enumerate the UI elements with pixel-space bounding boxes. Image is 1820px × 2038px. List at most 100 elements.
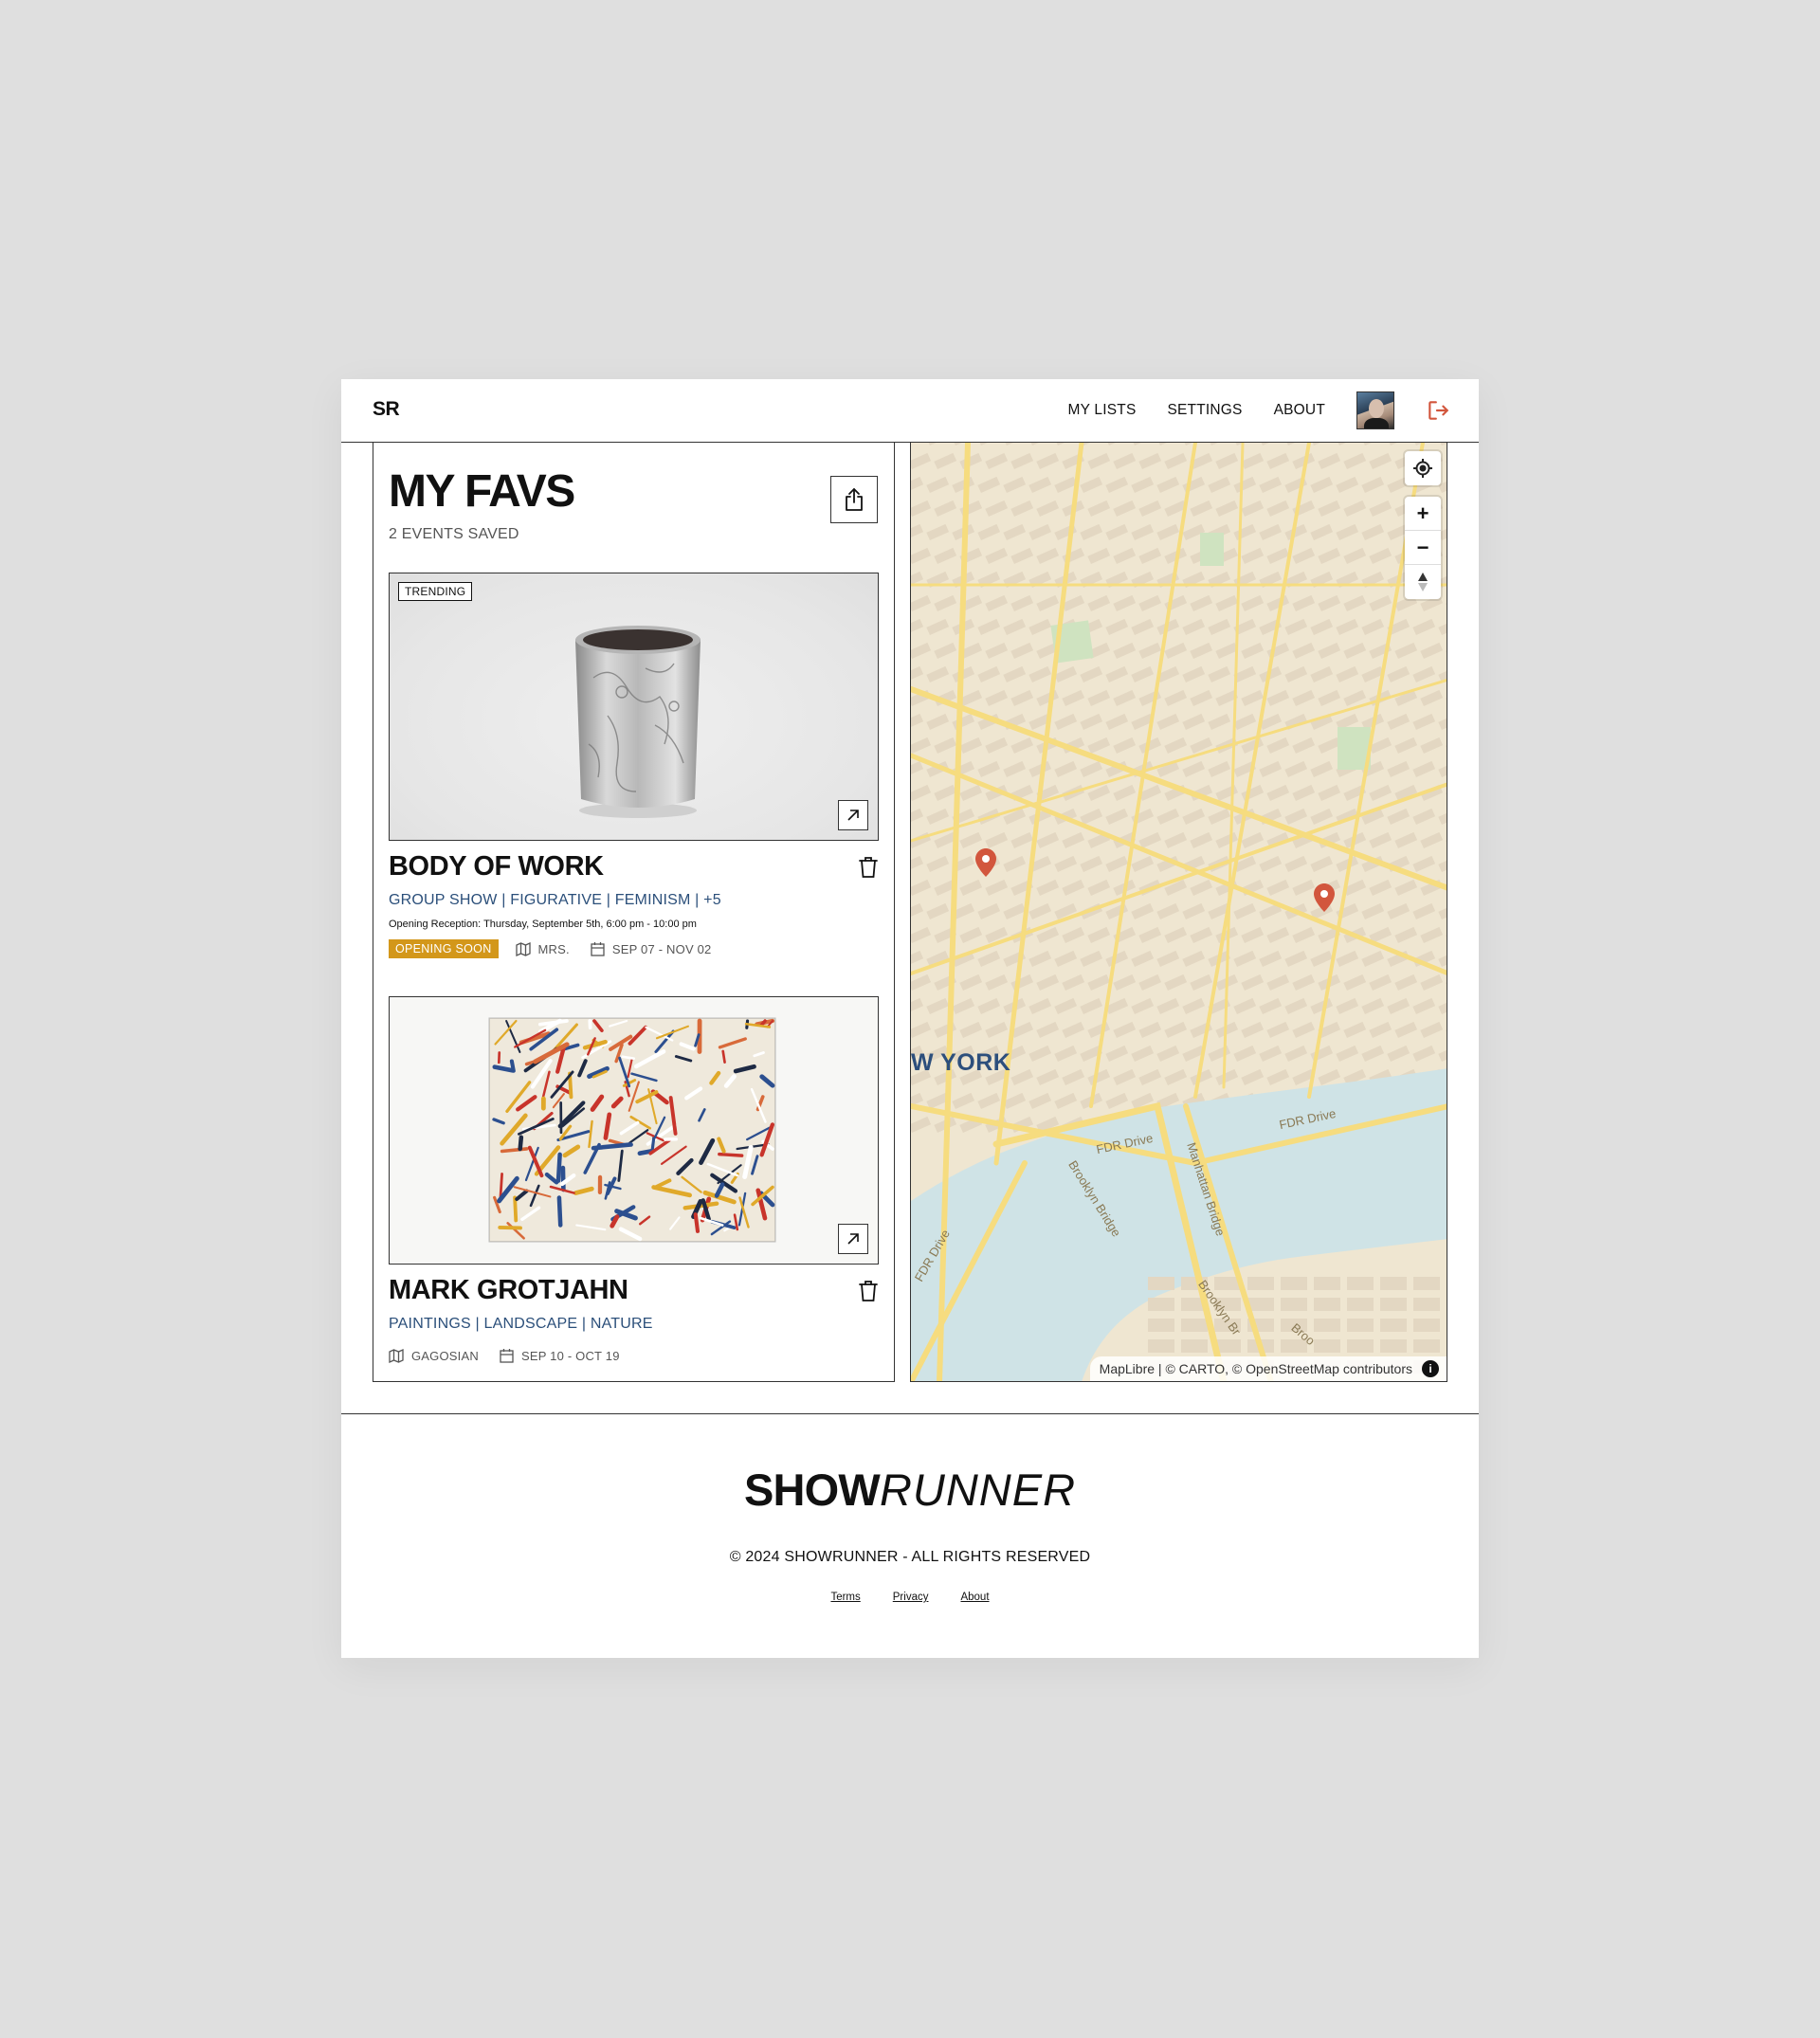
footer-links: Terms Privacy About — [341, 1592, 1479, 1603]
trending-badge: TRENDING — [398, 582, 473, 601]
paint-stroke — [500, 1147, 529, 1154]
city-block — [1347, 1277, 1374, 1290]
nav-settings[interactable]: SETTINGS — [1167, 402, 1242, 419]
event-image[interactable]: TRENDING — [389, 573, 879, 841]
city-block — [1413, 1339, 1440, 1353]
open-event-button[interactable] — [838, 800, 868, 830]
event-title[interactable]: BODY OF WORK — [389, 851, 604, 883]
venue[interactable]: MRS. — [515, 941, 570, 956]
venue-name: MRS. — [537, 941, 570, 956]
geolocate-button[interactable] — [1405, 451, 1441, 485]
attribution-text[interactable]: MapLibre | © CARTO, © OpenStreetMap cont… — [1100, 1361, 1412, 1376]
paint-stroke — [513, 1195, 519, 1223]
city-block — [1148, 1339, 1174, 1353]
city-block — [1314, 1298, 1340, 1311]
map-pin-marker[interactable] — [975, 848, 996, 877]
date-range: SEP 10 - OCT 19 — [500, 1348, 620, 1363]
nav-about[interactable]: ABOUT — [1274, 402, 1325, 419]
zoom-in-button[interactable]: + — [1405, 497, 1441, 531]
copyright-text: © 2024 SHOWRUNNER - ALL RIGHTS RESERVED — [729, 1549, 1091, 1565]
map-city-label: W YORK — [911, 1049, 1011, 1076]
compass-button[interactable] — [1405, 565, 1441, 599]
zoom-out-button[interactable]: − — [1405, 531, 1441, 565]
events-saved-count: 2 EVENTS SAVED — [389, 526, 519, 542]
status-badge: OPENING SOON — [389, 939, 499, 958]
city-block — [1247, 1277, 1274, 1290]
map-attribution[interactable]: MapLibre | © CARTO, © OpenStreetMap cont… — [1089, 1356, 1447, 1381]
calendar-icon — [591, 942, 605, 956]
city-block — [1413, 1277, 1440, 1290]
footer-link-about[interactable]: About — [960, 1592, 989, 1603]
navigation-control[interactable]: + − — [1405, 497, 1441, 599]
footer-link-terms[interactable]: Terms — [830, 1592, 860, 1603]
main-nav: MY LISTS SETTINGS ABOUT — [1037, 379, 1450, 442]
paint-stroke — [721, 1049, 726, 1064]
city-block — [1148, 1319, 1174, 1332]
city-block — [1347, 1298, 1374, 1311]
footer-link-privacy[interactable]: Privacy — [893, 1592, 929, 1603]
logout-icon[interactable] — [1426, 398, 1450, 423]
city-block — [1148, 1277, 1174, 1290]
trash-icon[interactable] — [858, 1280, 879, 1302]
date-text: SEP 10 - OCT 19 — [520, 1348, 620, 1363]
calendar-icon — [500, 1349, 514, 1363]
city-block — [1314, 1277, 1340, 1290]
paint-stroke — [650, 1136, 656, 1151]
nav-my-lists[interactable]: MY LISTS — [1068, 402, 1137, 419]
city-block — [1314, 1339, 1340, 1353]
geolocate-control[interactable] — [1405, 451, 1441, 485]
paint-stroke — [693, 1212, 701, 1233]
city-block — [1347, 1339, 1374, 1353]
paint-stroke — [509, 1059, 516, 1073]
paint-stroke — [718, 1152, 744, 1157]
date-range: SEP 07 - NOV 02 — [591, 941, 712, 956]
paint-stroke — [555, 1152, 562, 1183]
info-icon[interactable]: i — [1422, 1360, 1439, 1377]
event-title[interactable]: MARK GROTJAHN — [389, 1275, 628, 1306]
city-block — [1281, 1298, 1307, 1311]
site-footer: SHOWRUNNER © 2024 SHOWRUNNER - ALL RIGHT… — [341, 1413, 1479, 1658]
paint-stroke — [518, 1135, 524, 1152]
city-block — [1281, 1277, 1307, 1290]
app-logo[interactable]: SR — [373, 398, 400, 421]
event-image[interactable] — [389, 996, 879, 1265]
city-block — [1380, 1319, 1407, 1332]
map-icon — [515, 941, 531, 956]
footer-logo: SHOWRUNNER — [341, 1464, 1479, 1516]
arrow-up-right-icon — [847, 810, 859, 821]
map-pin-marker[interactable] — [1314, 883, 1335, 912]
top-header: SR MY LISTS SETTINGS ABOUT — [341, 379, 1479, 443]
event-meta: OPENING SOON MRS. SEP 07 - NOV 02 — [389, 938, 733, 959]
map-icon — [389, 1348, 404, 1363]
event-tags[interactable]: PAINTINGS | LANDSCAPE | NATURE — [389, 1316, 653, 1333]
map-tiles[interactable] — [911, 443, 1447, 1382]
venue[interactable]: GAGOSIAN — [389, 1348, 479, 1363]
crosshair-icon — [1413, 459, 1432, 478]
arrow-up-right-icon — [847, 1233, 859, 1245]
event-meta: GAGOSIAN SEP 10 - OCT 19 — [389, 1345, 641, 1366]
events-map[interactable]: W YORK FDR Drive FDR Drive Brooklyn Brid… — [910, 443, 1447, 1382]
city-block — [1380, 1339, 1407, 1353]
city-block — [1413, 1319, 1440, 1332]
trash-icon[interactable] — [858, 856, 879, 879]
city-block — [1314, 1319, 1340, 1332]
city-block — [1181, 1339, 1208, 1353]
share-button[interactable] — [830, 476, 878, 523]
city-block — [1181, 1319, 1208, 1332]
footer-logo-light: RUNNER — [879, 1465, 1077, 1515]
share-icon — [846, 488, 863, 511]
app-window: SR MY LISTS SETTINGS ABOUT MY FAVS 2 EVE… — [341, 379, 1479, 1658]
footer-logo-bold: SHOW — [743, 1465, 881, 1515]
list-title: MY FAVS — [389, 466, 575, 517]
city-block — [1380, 1277, 1407, 1290]
artwork-painting-image — [488, 1017, 776, 1243]
event-tags[interactable]: GROUP SHOW | FIGURATIVE | FEMINISM | +5 — [389, 892, 721, 909]
user-avatar[interactable] — [1356, 391, 1394, 429]
open-event-button[interactable] — [838, 1224, 868, 1254]
city-block — [1347, 1319, 1374, 1332]
artwork-cup-image — [575, 626, 701, 818]
paint-stroke — [621, 1055, 636, 1061]
compass-icon — [1418, 573, 1428, 591]
city-block — [1380, 1298, 1407, 1311]
venue-name: GAGOSIAN — [411, 1348, 479, 1363]
